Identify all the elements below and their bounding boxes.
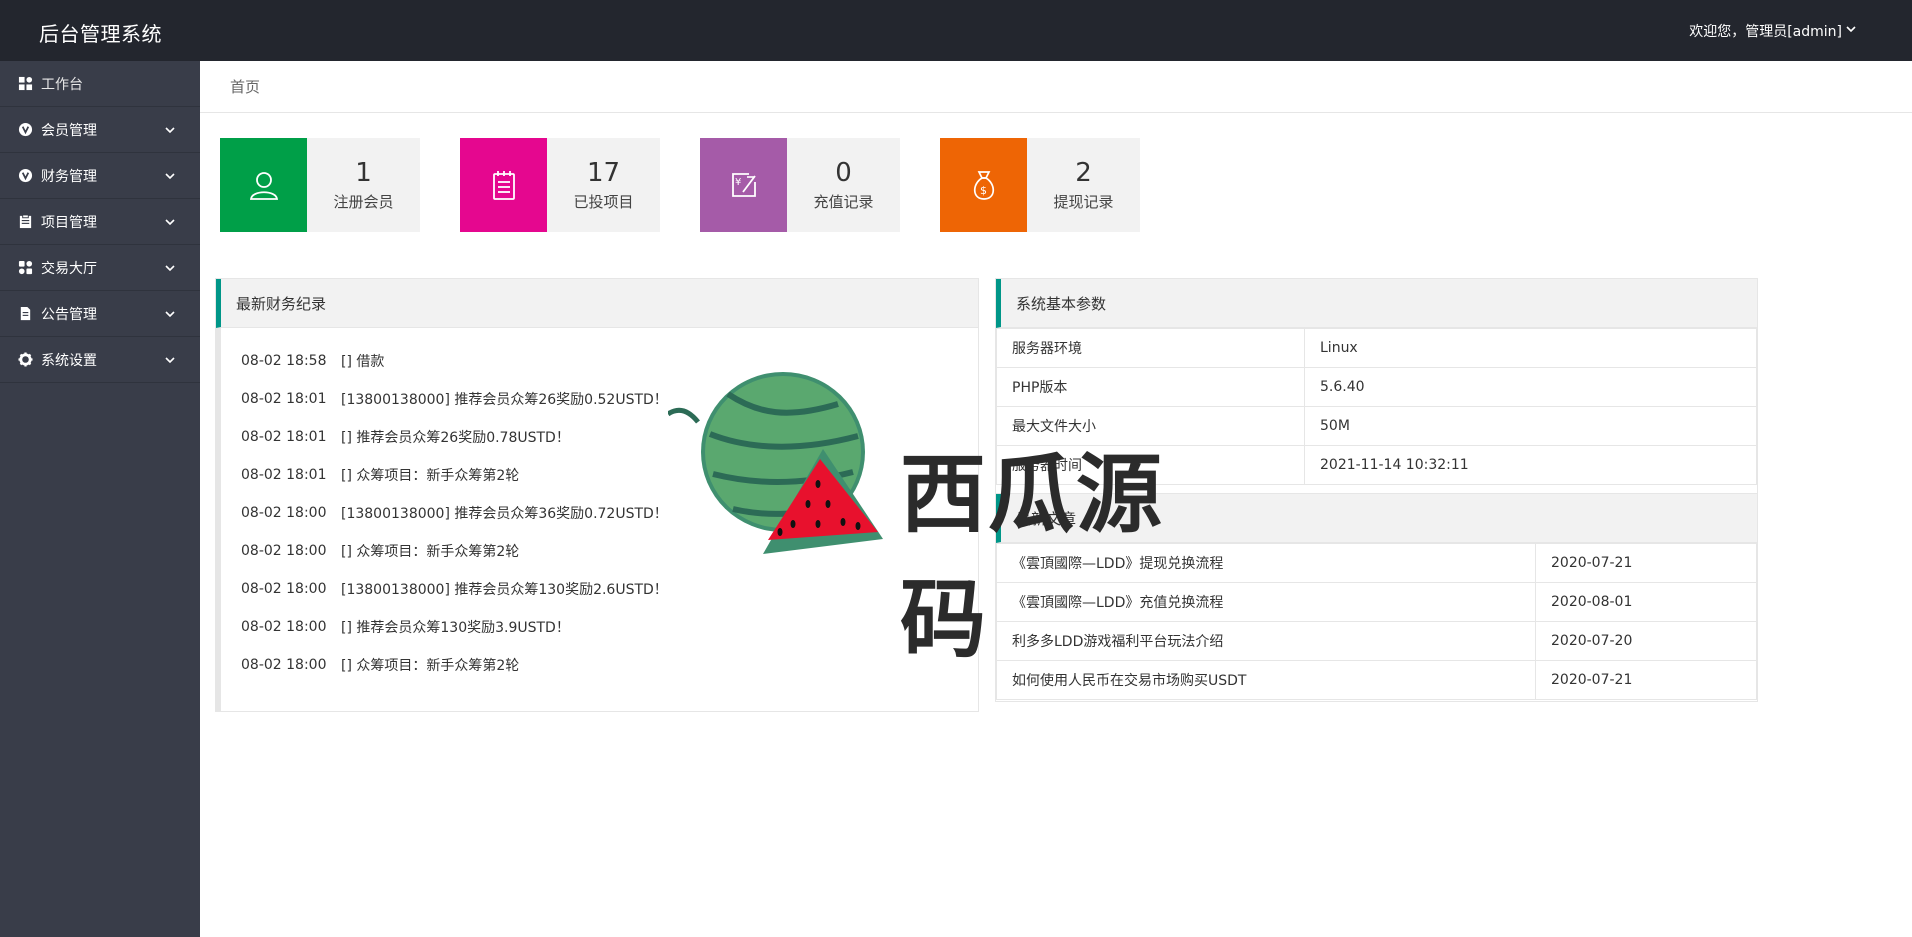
chevron-down-icon [1845, 23, 1857, 39]
svg-text:¥: ¥ [735, 177, 741, 188]
list-item: 08-02 18:00 [13800138000] 推荐会员众筹130奖励2.6U… [241, 581, 668, 598]
sidebar-item-label: 财务管理 [41, 168, 97, 185]
v-circle-icon [18, 122, 33, 137]
user-icon [249, 172, 278, 200]
user-greeting: 欢迎您，管理员[admin] [1689, 24, 1842, 40]
stat-value: 1 [355, 158, 372, 188]
sidebar-item-label: 会员管理 [41, 122, 97, 139]
sidebar-item-dashboard[interactable]: 工作台 [0, 61, 200, 107]
notepad-icon [492, 171, 515, 200]
stat-label: 提现记录 [1053, 193, 1114, 211]
watermark-text: 西瓜源码 [900, 445, 1164, 670]
dashboard-icon [18, 76, 33, 91]
stat-label: 充值记录 [813, 193, 874, 211]
stat-label: 注册会员 [333, 193, 394, 211]
money-bag-icon: $ [973, 171, 994, 200]
stat-value: 2 [1075, 158, 1092, 188]
watermelon-logo [668, 372, 883, 554]
sidebar-item-projects[interactable]: 项目管理 [0, 199, 200, 245]
clipboard-icon [18, 214, 33, 229]
stat-card-withdraw[interactable]: $ 2 提现记录 [940, 138, 1140, 232]
sidebar-item-members[interactable]: 会员管理 [0, 107, 200, 153]
list-item: 08-02 18:00[] 众筹项目：新手众筹第2轮 [241, 657, 520, 674]
chevron-down-icon [165, 265, 175, 272]
breadcrumb-home[interactable]: 首页 [230, 76, 260, 97]
stat-icon-box [220, 138, 307, 232]
gear-icon [18, 352, 33, 367]
chevron-down-icon [165, 357, 175, 364]
panel-title: 最新财务纪录 [216, 279, 978, 328]
stat-icon-box: $ [940, 138, 1027, 232]
top-header: 后台管理系统 欢迎您，管理员[admin] [0, 0, 1912, 61]
stat-card-members[interactable]: 1 注册会员 [220, 138, 420, 232]
stat-card-recharge[interactable]: ¥ 0 充值记录 [700, 138, 900, 232]
sidebar-item-label: 公告管理 [41, 306, 97, 323]
stat-icon-box [460, 138, 547, 232]
recharge-icon: ¥ [731, 173, 756, 197]
table-row: 服务器环境 Linux [996, 328, 1757, 368]
app-title: 后台管理系统 [39, 22, 162, 46]
stat-icon-box: ¥ [700, 138, 787, 232]
v-circle-icon [18, 168, 33, 183]
breadcrumb: 首页 [200, 61, 1912, 113]
user-menu[interactable]: 欢迎您，管理员[admin] [1689, 21, 1857, 41]
apps-icon [18, 260, 33, 275]
chevron-down-icon [165, 219, 175, 226]
watermark: 西瓜源码 [668, 364, 1248, 670]
sidebar-item-settings[interactable]: 系统设置 [0, 337, 200, 383]
chevron-down-icon [165, 311, 175, 318]
stat-value: 17 [586, 158, 621, 188]
svg-text:$: $ [980, 184, 987, 197]
sidebar-item-label: 工作台 [41, 76, 83, 93]
list-item: 08-02 18:00[] 推荐会员众筹130奖励3.9USTD！ [241, 619, 570, 636]
sidebar-item-announcements[interactable]: 公告管理 [0, 291, 200, 337]
stat-value: 0 [835, 158, 852, 188]
sidebar-item-label: 系统设置 [41, 352, 97, 369]
sidebar: 工作台 会员管理 财务管理 项目管理 交易大厅 公告管理 系统设置 [0, 61, 200, 937]
sidebar-item-label: 交易大厅 [41, 260, 97, 277]
sidebar-item-finance[interactable]: 财务管理 [0, 153, 200, 199]
sidebar-item-label: 项目管理 [41, 214, 97, 231]
stat-card-projects[interactable]: 17 已投项目 [460, 138, 660, 232]
chevron-down-icon [165, 127, 175, 134]
stat-label: 已投项目 [573, 193, 634, 211]
sidebar-item-trading[interactable]: 交易大厅 [0, 245, 200, 291]
panel-title: 系统基本参数 [996, 279, 1757, 328]
chevron-down-icon [165, 173, 175, 180]
document-icon [18, 306, 33, 321]
